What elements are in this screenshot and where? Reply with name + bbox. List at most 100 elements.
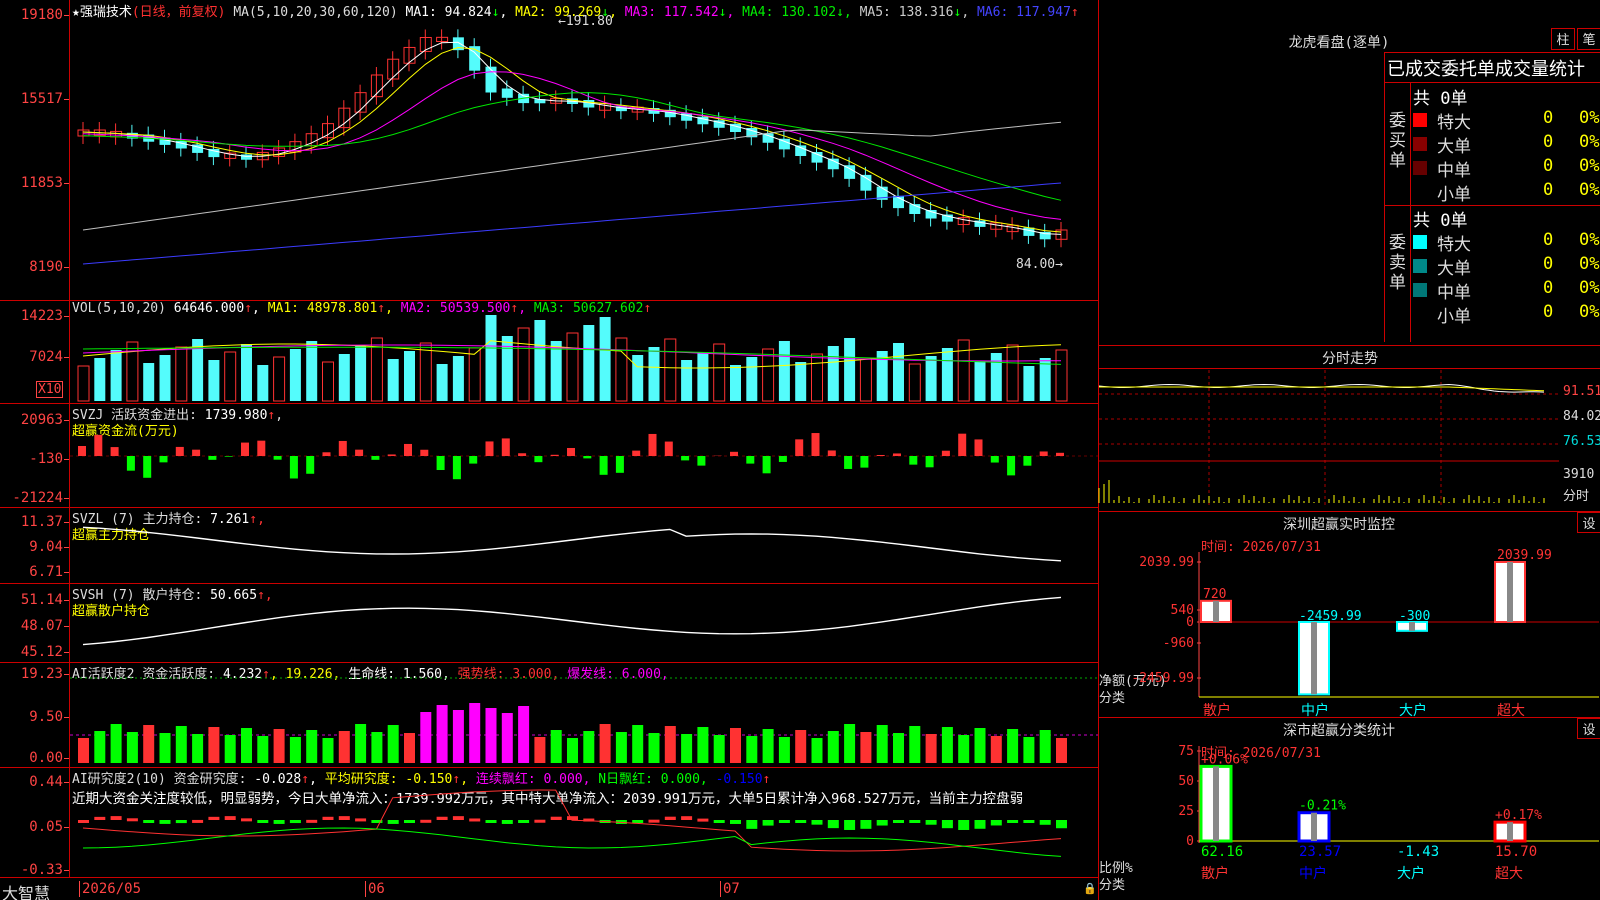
vol-bar — [990, 353, 1002, 401]
classify-pct-label: +0.17% — [1495, 808, 1542, 823]
flow-bar — [746, 456, 755, 464]
research-bar — [78, 820, 89, 823]
vol-bar — [697, 352, 709, 401]
flow-bar — [485, 441, 494, 456]
ai-research-chart[interactable] — [70, 768, 1098, 878]
activity-bar — [387, 725, 399, 763]
monitor-tick: -960 — [1163, 636, 1194, 651]
sell-side-label: 委卖单 — [1389, 233, 1406, 293]
classify-bar-shade — [1507, 822, 1513, 841]
vol-bar — [94, 358, 106, 401]
research-bar — [534, 819, 546, 823]
classify-value-label: 15.70 — [1495, 844, 1537, 860]
monitor-value-label: -2459.99 — [1299, 609, 1362, 624]
research-bar — [469, 818, 481, 822]
date-axis: 大智慧 2026/05 06 07 🔒 — [0, 877, 1098, 900]
vol-bar — [583, 325, 595, 401]
svsh-chart[interactable] — [70, 584, 1098, 663]
ai2-tick: 0.44 — [29, 774, 69, 790]
activity-bar — [583, 731, 595, 763]
activity-bar — [175, 726, 187, 763]
svsh-panel[interactable]: 51.14 48.07 45.12 SVSH (7) 散户持仓: 50.665↑… — [0, 583, 1098, 662]
research-bar — [208, 816, 220, 820]
sell-row-m: 中单 0 0% — [1413, 278, 1600, 303]
flow-bar — [876, 454, 885, 456]
sell-total: 共 0单 — [1413, 211, 1468, 231]
research-bar — [648, 819, 660, 823]
kline-panel[interactable]: 19180 15517 11853 8190 ★强瑞技术(日线，前复权) MA(… — [0, 0, 1098, 300]
ai-activity-chart[interactable] — [70, 663, 1098, 768]
kline-chart[interactable] — [70, 0, 1098, 300]
activity-bar — [143, 725, 155, 763]
flow-bar — [208, 456, 217, 460]
vol-bar — [893, 343, 904, 401]
svzj-chart[interactable] — [70, 404, 1098, 508]
activity-bar — [664, 726, 676, 763]
flow-bar — [697, 456, 706, 466]
svzj-panel[interactable]: 20963 -130 -21224 SVZJ 活跃资金进出: 1739.980↑… — [0, 403, 1098, 507]
activity-bar — [501, 713, 513, 763]
tick-tab[interactable]: 笔 — [1577, 28, 1600, 50]
ai-research-panel[interactable]: 0.44 0.05 -0.33 AI研究度2(10) 资金研究度: -0.028… — [0, 767, 1098, 878]
intraday-panel[interactable]: 分时走势 91.51 84.02 76.53 3910 分时 — [1098, 345, 1600, 511]
buy-row-m: 中单 0 0% — [1413, 156, 1600, 181]
vol-bar — [648, 347, 660, 401]
vol-tick: 14223 — [20, 308, 70, 324]
ai1-axis: 19.23 9.50 0.00 — [0, 663, 70, 767]
intraday-chart[interactable] — [1098, 346, 1559, 512]
buy-row-xl: 特大 0 0% — [1413, 108, 1600, 133]
flow-bar — [420, 449, 429, 456]
flow-bar — [94, 434, 103, 456]
vol-bar — [550, 341, 562, 401]
research-avg-line — [82, 827, 1062, 857]
vol-bar — [925, 356, 937, 401]
stats-table: 已成交委托单成交量统计 委买单 共 0单 特大 0 0% 大单 0 0% 中单 0 0% 小… — [1384, 52, 1600, 342]
vol-unit-badge[interactable]: X10 — [36, 381, 64, 398]
volume-chart[interactable] — [70, 301, 1098, 404]
activity-bar — [860, 732, 872, 763]
zl-line — [82, 526, 1062, 562]
classify-pct-label: +0.06% — [1201, 752, 1248, 767]
kline-tick: 15517 — [20, 91, 70, 107]
classify-value-label: -1.43 — [1397, 844, 1439, 860]
activity-bar — [746, 736, 758, 763]
svzl-chart[interactable] — [70, 508, 1098, 584]
flow-bar — [1039, 451, 1048, 456]
research-bar — [909, 820, 921, 823]
monitor-chart[interactable]: 2039.995400-960-2459.99720散户-2459.99中户-3… — [1099, 512, 1600, 719]
vol-bar — [224, 351, 237, 402]
ai-activity-panel[interactable]: 19.23 9.50 0.00 AI活跃度2 资金活跃度: 4.232↑, 19… — [0, 662, 1098, 767]
flow-bar — [501, 438, 510, 456]
classify-category: 超大 — [1495, 866, 1523, 882]
flow-bar — [436, 456, 445, 471]
vol-bar — [338, 354, 350, 401]
flow-bar — [338, 440, 347, 456]
svzj-tick: -21224 — [12, 490, 69, 506]
vol-bar — [1023, 366, 1035, 401]
kline-axis: 19180 15517 11853 8190 — [0, 0, 70, 300]
research-bar — [893, 820, 904, 823]
bar-tab[interactable]: 柱 — [1551, 28, 1575, 50]
activity-bar — [436, 705, 448, 763]
svzl-panel[interactable]: 11.37 9.04 6.71 SVZL (7) 主力持仓: 7.261↑, 超… — [0, 507, 1098, 583]
lock-icon[interactable]: 🔒 — [1083, 882, 1097, 895]
flow-bar — [355, 449, 364, 456]
volume-panel[interactable]: 14223 7024 X10 VOL(5,10,20) 64646.000↑, … — [0, 300, 1098, 403]
svsh-axis: 51.14 48.07 45.12 — [0, 584, 70, 662]
buy-row-l: 大单 0 0% — [1413, 132, 1600, 157]
monitor-value-label: -300 — [1399, 609, 1430, 624]
research-bar — [958, 820, 970, 830]
vol-ma3 — [82, 346, 1062, 365]
ai2-axis: 0.44 0.05 -0.33 — [0, 768, 70, 878]
activity-bar — [257, 736, 269, 763]
flow-bar — [1056, 452, 1064, 456]
flow-bar — [192, 449, 201, 456]
date-label: 2026/05 — [79, 881, 141, 897]
activity-bar — [713, 735, 725, 763]
research-bar — [143, 820, 155, 823]
classify-chart[interactable]: 75 50 25 0 +0.06% 62.16 散户 -0.21% 23.57 中户 -1.43 大户… — [1099, 718, 1600, 900]
research-bar — [224, 816, 236, 820]
vol-bar — [419, 342, 432, 402]
monitor-tick: -2459.99 — [1131, 671, 1194, 686]
vol-bar — [681, 360, 693, 401]
